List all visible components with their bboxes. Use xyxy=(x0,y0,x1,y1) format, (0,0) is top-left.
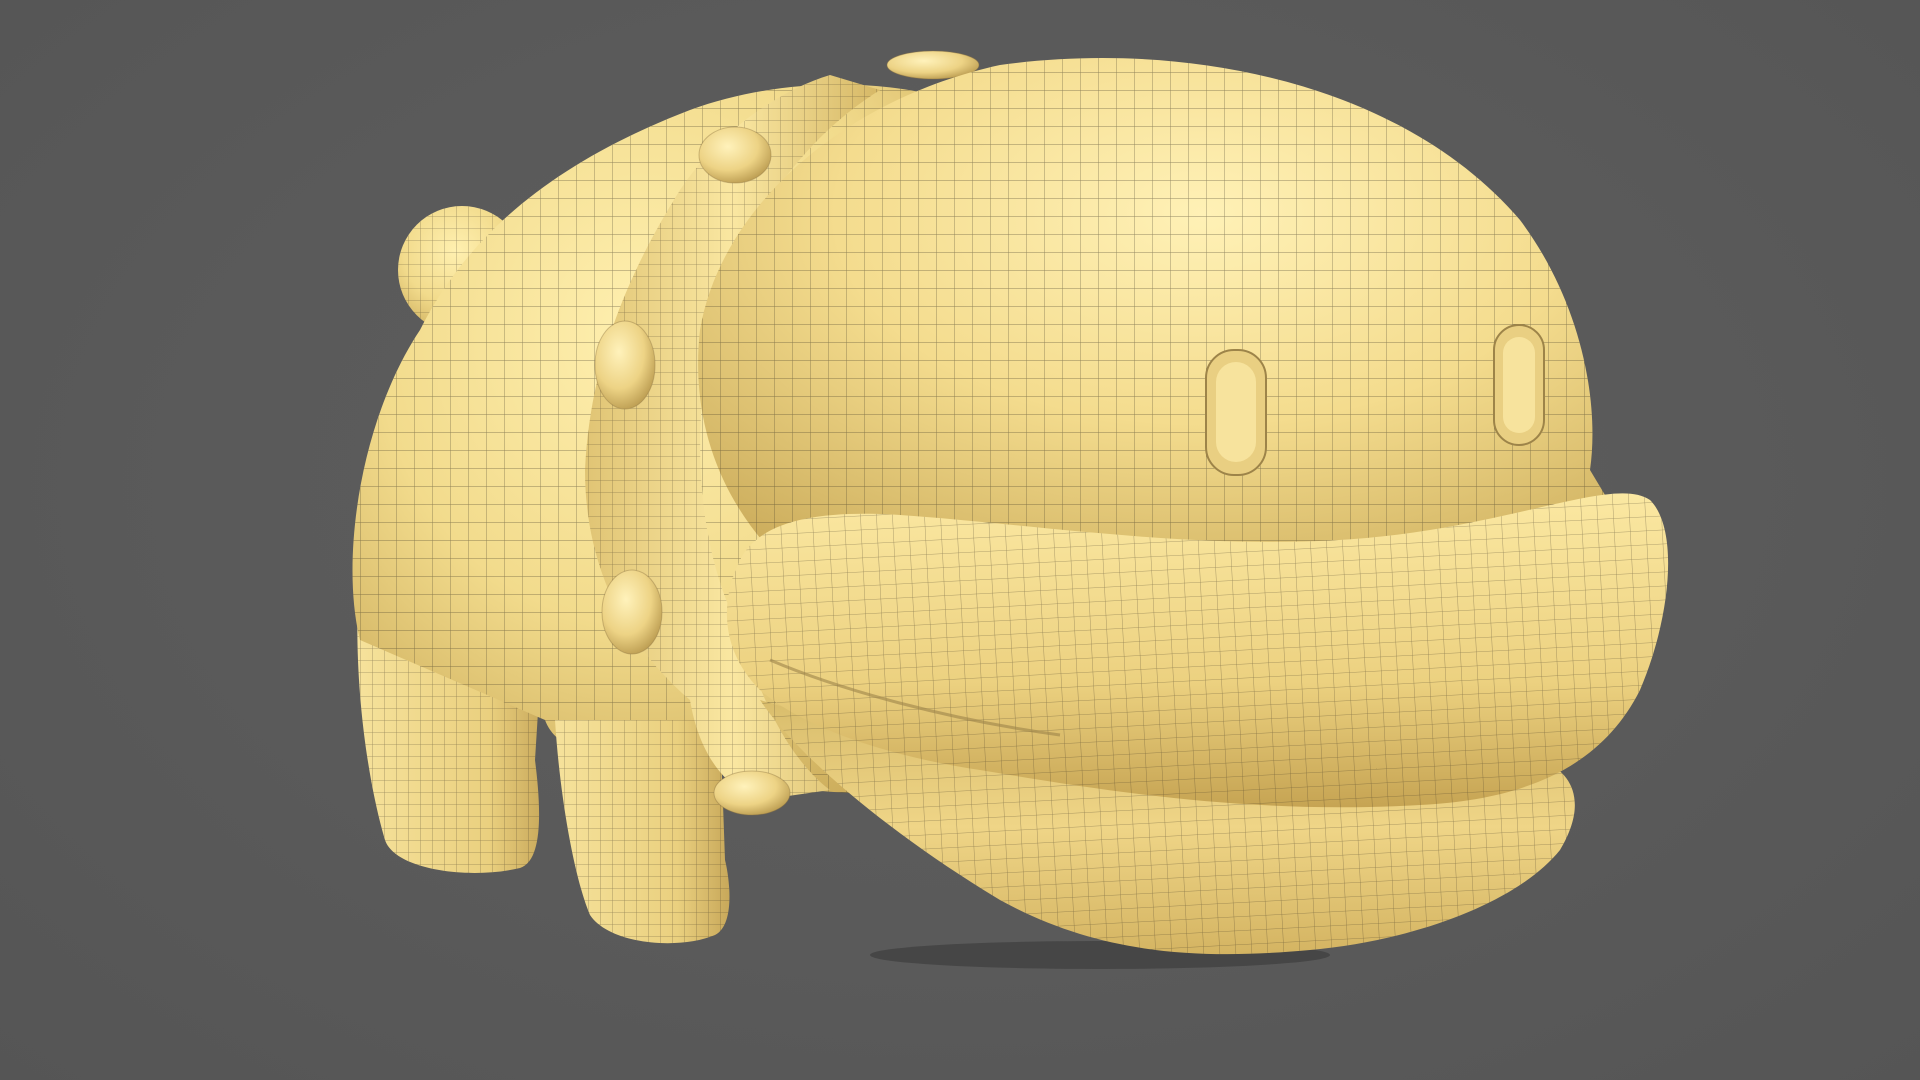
front-leg[interactable] xyxy=(555,720,730,944)
head-dome[interactable] xyxy=(698,58,1620,580)
collar-stud[interactable] xyxy=(713,770,791,816)
model-scene[interactable] xyxy=(0,0,1920,1080)
3d-viewport[interactable] xyxy=(0,0,1920,1080)
collar-stud[interactable] xyxy=(601,569,663,655)
collar-stud[interactable] xyxy=(594,320,656,410)
collar-stud[interactable] xyxy=(698,126,772,184)
